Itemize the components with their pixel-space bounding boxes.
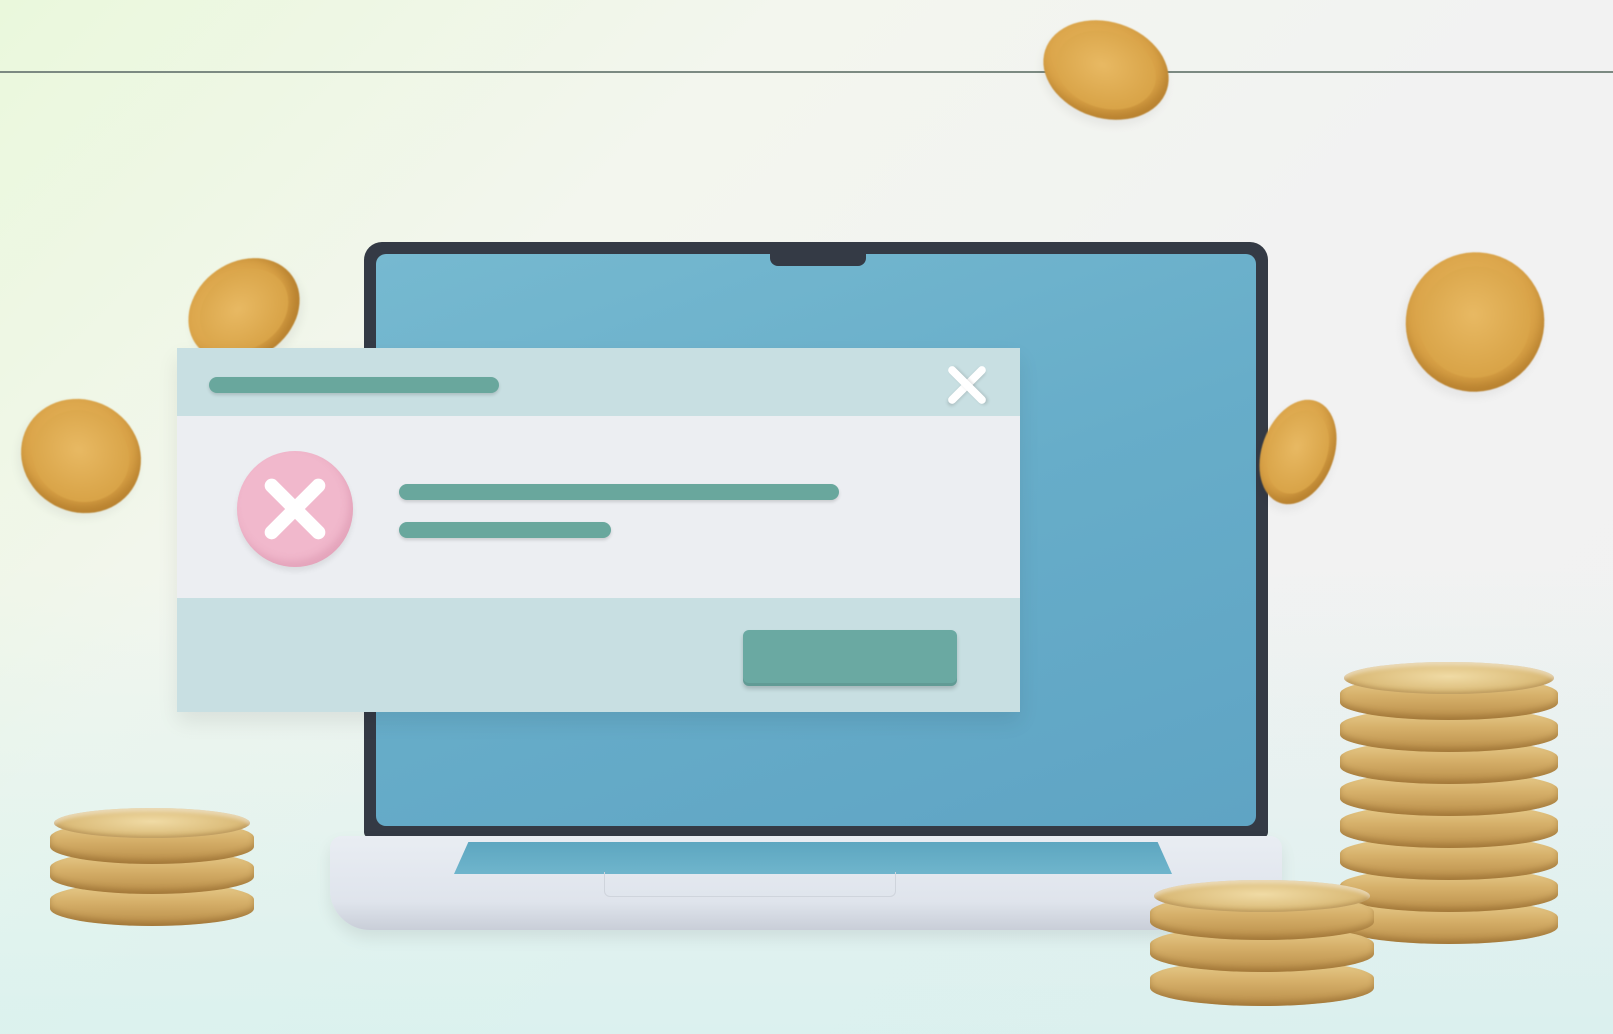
dialog-title-placeholder — [209, 377, 499, 393]
message-placeholder-line-1 — [399, 484, 839, 500]
error-dialog — [177, 348, 1020, 712]
laptop-base — [330, 836, 1282, 930]
horizontal-divider — [0, 71, 1613, 73]
dialog-body — [177, 416, 1020, 598]
camera-notch — [770, 242, 866, 266]
dialog-titlebar — [177, 348, 1020, 416]
error-x-icon — [237, 451, 353, 567]
message-placeholder-line-2 — [399, 522, 611, 538]
dialog-ok-button[interactable] — [743, 630, 957, 686]
dialog-footer — [177, 598, 1020, 712]
keyboard — [454, 842, 1172, 874]
trackpad — [604, 872, 896, 897]
close-icon[interactable] — [939, 360, 995, 410]
